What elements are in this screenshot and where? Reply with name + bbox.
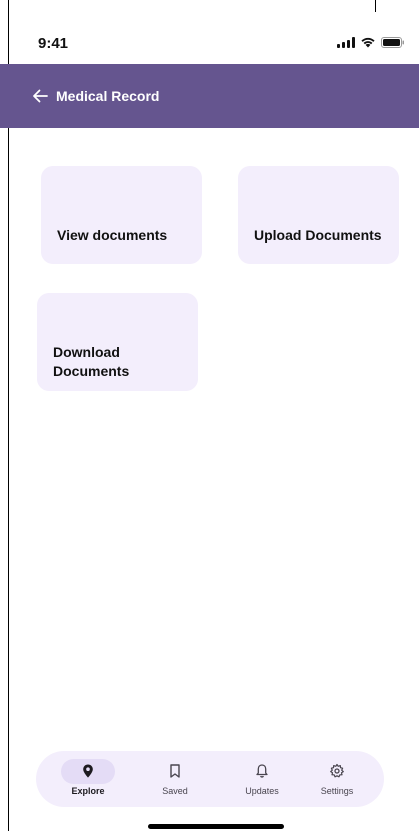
back-arrow-icon[interactable] xyxy=(30,86,50,106)
home-indicator xyxy=(148,824,284,829)
nav-item-explore[interactable]: Explore xyxy=(52,751,124,807)
nav-label: Explore xyxy=(71,786,105,796)
card-label: View documents xyxy=(57,227,168,243)
nav-item-settings[interactable]: Settings xyxy=(301,751,373,807)
status-time: 9:41 xyxy=(38,35,69,52)
status-icons xyxy=(337,36,405,48)
nav-label: Saved xyxy=(162,786,188,796)
gear-icon xyxy=(329,763,345,779)
view-documents-card[interactable]: View documents xyxy=(41,166,202,264)
card-label: Download Documents xyxy=(53,344,130,379)
nav-label: Updates xyxy=(245,786,279,796)
app-bar: Medical Record xyxy=(0,64,419,128)
page-title: Medical Record xyxy=(56,88,160,104)
nav-item-saved[interactable]: Saved xyxy=(139,751,211,807)
nav-label: Settings xyxy=(320,786,354,796)
card-label: Upload Documents xyxy=(254,227,382,243)
bottom-navigation: Explore Saved Updates Settings xyxy=(36,751,384,807)
download-documents-card[interactable]: Download Documents xyxy=(37,293,198,391)
battery-icon xyxy=(381,36,405,48)
status-bar: 9:41 xyxy=(0,0,419,64)
bell-icon xyxy=(254,763,270,779)
nav-item-updates[interactable]: Updates xyxy=(226,751,298,807)
upload-documents-card[interactable]: Upload Documents xyxy=(238,166,399,264)
wifi-icon xyxy=(360,36,376,48)
cellular-signal-icon xyxy=(337,36,355,48)
bookmark-icon xyxy=(167,763,183,779)
location-pin-icon xyxy=(80,763,96,779)
